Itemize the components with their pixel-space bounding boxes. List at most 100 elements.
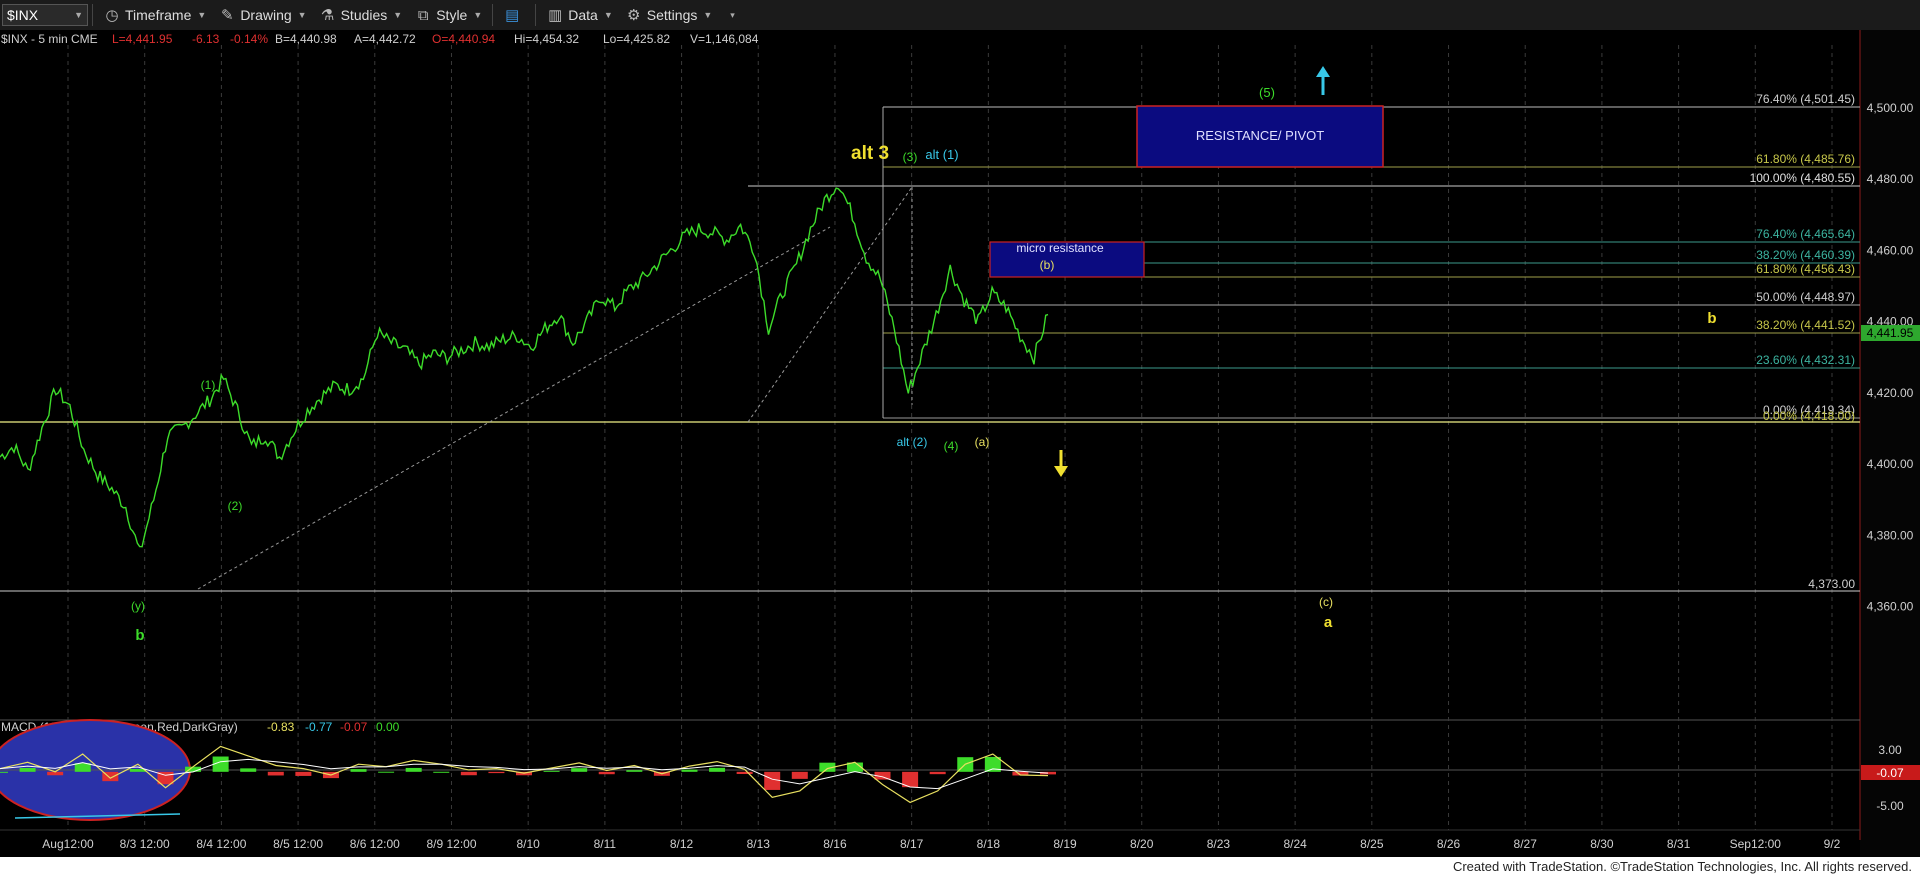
macd-histogram-bar (267, 771, 284, 776)
macd-histogram-bar (543, 770, 560, 772)
style-label: Style (436, 7, 468, 23)
volume-text: V=1,146,084 (690, 32, 759, 46)
footer-credit: Created with TradeStation. ©TradeStation… (1452, 859, 1912, 874)
macd-histogram-bar (19, 768, 36, 772)
price-axis-tick-label: 4,480.00 (1867, 172, 1914, 186)
style-button[interactable]: ⧉ Style ▼ (408, 0, 488, 30)
price-axis-tick-label: 4,460.00 (1867, 243, 1914, 257)
toolbar-divider (92, 4, 93, 26)
wave-label: (3) (903, 150, 918, 164)
toolbar-overflow-button[interactable]: ▾ (718, 0, 741, 30)
macd-histogram-bar (929, 771, 946, 775)
macd-histogram-bar (295, 771, 312, 776)
wave-label: alt 3 (851, 143, 889, 164)
symbol-info: $INX - 5 min CME (1, 32, 98, 46)
macd-histogram-bar (764, 771, 781, 790)
macd-histogram-bar (488, 771, 505, 774)
last-price-tag-text: 4,441.95 (1867, 326, 1914, 340)
wave-label: (a) (975, 435, 990, 449)
chevron-down-icon: ▼ (297, 10, 307, 20)
macd-histogram-bar (74, 763, 91, 772)
macd-histogram-bar (0, 771, 8, 773)
macd-last-tag-text: -0.07 (1876, 766, 1904, 780)
price-axis-tick-label: 4,400.00 (1867, 457, 1914, 471)
date-axis-tick-label: 8/3 12:00 (120, 837, 170, 851)
support-label: 4,373.00 (1808, 577, 1855, 591)
macd-axis-label: 3.00 (1878, 743, 1902, 757)
date-axis-tick-label: 8/31 (1667, 837, 1691, 851)
drawing-button[interactable]: ✎ Drawing ▼ (212, 0, 312, 30)
macd-histogram-bar (571, 768, 588, 772)
macd-histogram-bar (460, 771, 477, 776)
fib-label: 0.00% (4,418.00) (1763, 409, 1855, 423)
date-axis-tick-label: 8/24 (1283, 837, 1307, 851)
date-axis-tick-label: 8/19 (1053, 837, 1077, 851)
timeframe-button[interactable]: ◷ Timeframe ▼ (97, 0, 212, 30)
open-text: O=4,440.94 (432, 32, 495, 46)
bid-text: B=4,440.98 (275, 32, 337, 46)
date-axis-tick-label: 9/2 (1824, 837, 1841, 851)
macd-histogram-bar (791, 771, 808, 779)
date-axis-tick-label: 8/17 (900, 837, 924, 851)
price-chart[interactable]: $INX - 5 min CME L=4,441.95 -6.13 -0.14%… (0, 30, 1920, 857)
date-axis-tick-label: 8/5 12:00 (273, 837, 323, 851)
toolbar-divider (535, 4, 537, 26)
wave-label: (4) (944, 439, 959, 453)
studies-button[interactable]: ⚗ Studies ▼ (313, 0, 409, 30)
date-axis-tick-label: 8/30 (1590, 837, 1614, 851)
flask-icon: ⚗ (320, 7, 335, 24)
fib-label: 50.00% (4,448.97) (1756, 290, 1855, 304)
chevron-down-icon: ▾ (730, 9, 735, 20)
wave-label: a (1324, 614, 1333, 631)
studies-label: Studies (340, 7, 388, 23)
macd-histogram-bar (240, 768, 257, 772)
data-button[interactable]: ▥ Data ▼ (540, 0, 619, 30)
date-axis-tick-label: 8/9 12:00 (426, 837, 476, 851)
macd-histogram-bar (378, 771, 395, 773)
price-axis-tick-label: 4,360.00 (1867, 600, 1914, 614)
price-axis-tick-label: 4,380.00 (1867, 528, 1914, 542)
wave-label: (2) (228, 499, 243, 513)
wave-label: (b) (1040, 258, 1055, 272)
fib-label: 76.40% (4,501.45) (1756, 92, 1855, 106)
chevron-down-icon: ▼ (74, 10, 83, 20)
wave-label: alt (1) (925, 147, 958, 162)
price-axis (1860, 30, 1920, 857)
chevron-down-icon: ▼ (703, 10, 713, 20)
window-layout-icon: ▤ (505, 7, 520, 24)
gear-icon: ⚙ (627, 7, 641, 24)
wave-label: (1) (201, 378, 216, 392)
wave-label: (c) (1319, 595, 1333, 609)
date-axis-tick-label: 8/27 (1514, 837, 1538, 851)
settings-button[interactable]: ⚙ Settings ▼ (619, 0, 719, 30)
date-axis-tick-label: 8/12 (670, 837, 694, 851)
date-axis-tick-label: 8/26 (1437, 837, 1461, 851)
micro-resistance-label: micro resistance (1016, 241, 1104, 255)
change-pct-text: -0.14% (230, 32, 268, 46)
macd-value: -0.83 (267, 720, 295, 734)
chevron-down-icon: ▼ (473, 10, 483, 20)
fib-label: 38.20% (4,441.52) (1756, 318, 1855, 332)
wave-label: (y) (131, 599, 145, 613)
last-price-text: L=4,441.95 (112, 32, 173, 46)
date-axis-tick-label: Sep12:00 (1730, 837, 1782, 851)
window-layout-button[interactable]: ▤ (497, 0, 531, 30)
toolbar: $INX ▼ ◷ Timeframe ▼ ✎ Drawing ▼ ⚗ Studi… (0, 0, 1920, 31)
macd-value: 0.00 (376, 720, 400, 734)
footer: Created with TradeStation. ©TradeStation… (0, 857, 1920, 877)
fib-label: 38.20% (4,460.39) (1756, 248, 1855, 262)
macd-histogram-bar (626, 770, 643, 772)
settings-label: Settings (646, 7, 698, 23)
timeframe-label: Timeframe (125, 7, 192, 23)
macd-value: -0.77 (305, 720, 333, 734)
fib-label: 61.80% (4,456.43) (1756, 262, 1855, 276)
quote-header: $INX - 5 min CME L=4,441.95 -6.13 -0.14%… (1, 32, 759, 46)
symbol-input[interactable]: $INX ▼ (2, 4, 88, 26)
date-axis-tick-label: 8/18 (977, 837, 1001, 851)
macd-histogram-bar (709, 767, 726, 772)
macd-axis-label: -5.00 (1876, 799, 1904, 813)
fib-label: 23.60% (4,432.31) (1756, 353, 1855, 367)
wave-label: alt (2) (897, 435, 928, 449)
fib-label: 100.00% (4,480.55) (1750, 171, 1855, 185)
style-icon: ⧉ (417, 6, 429, 24)
